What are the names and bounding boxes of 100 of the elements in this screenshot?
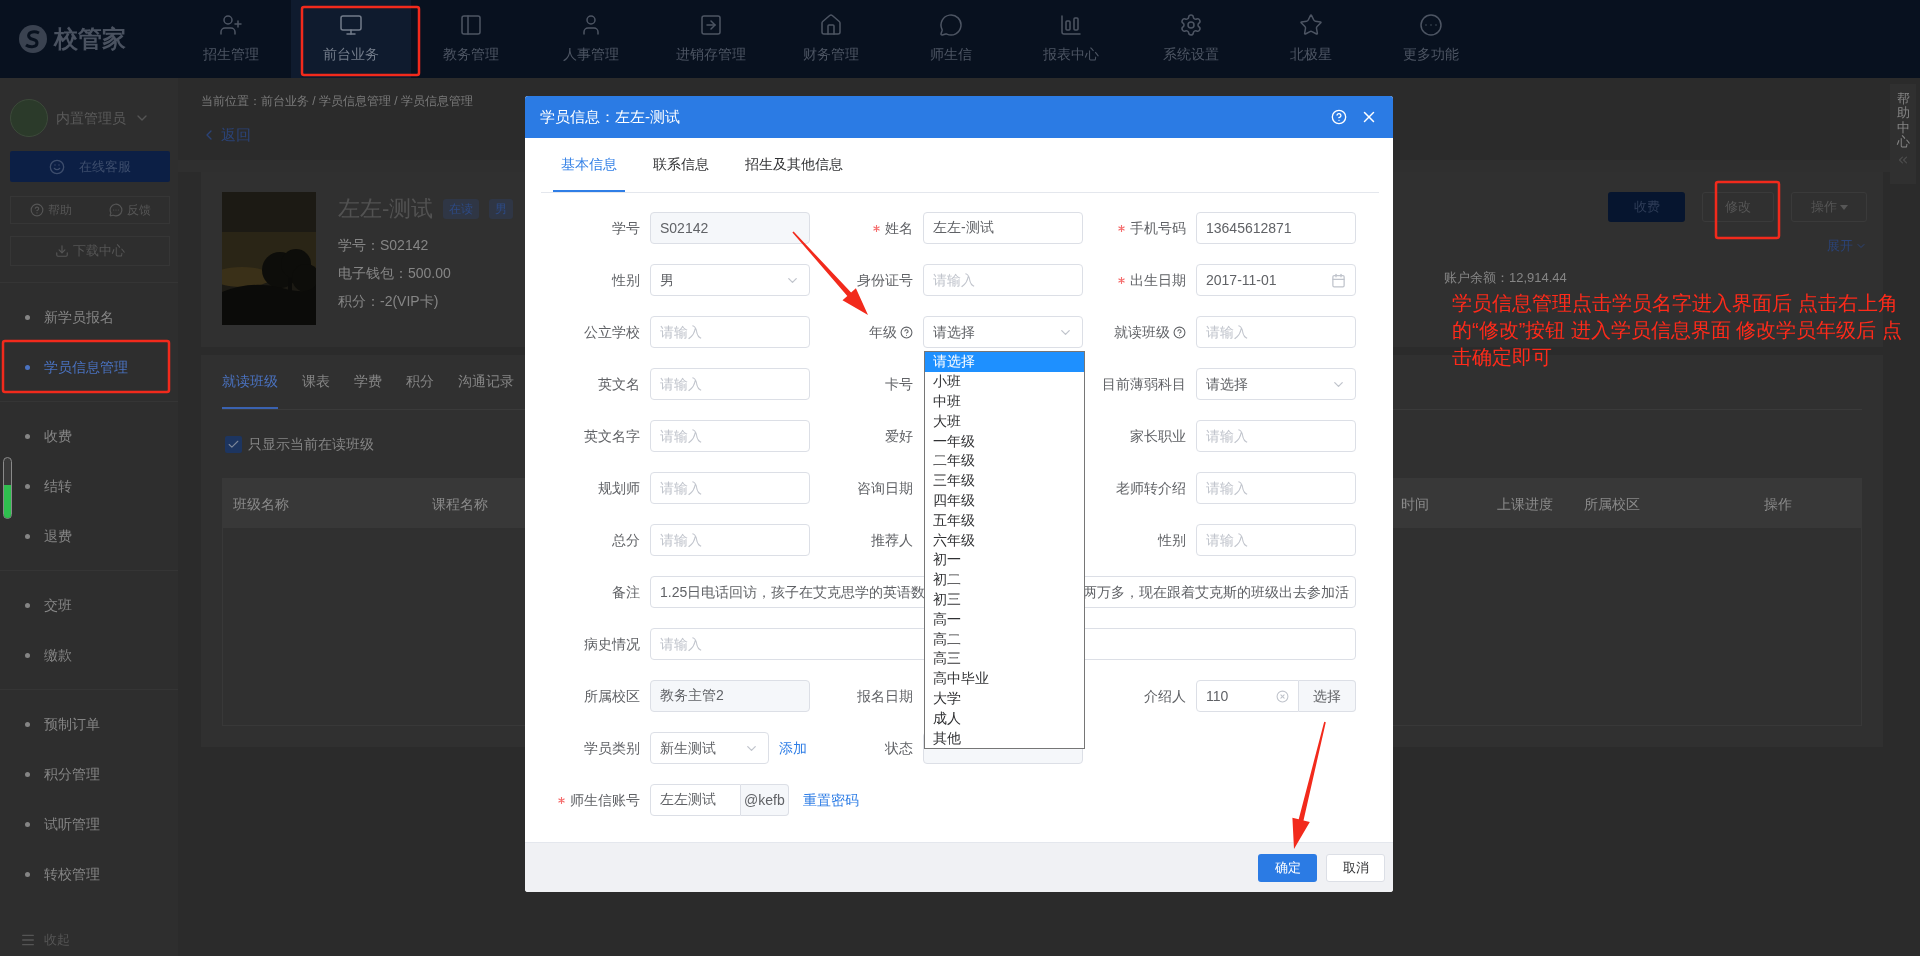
dropdown-option[interactable]: 高中毕业 bbox=[925, 668, 1084, 689]
add-link[interactable]: 添加 bbox=[779, 737, 807, 759]
sidebar-item[interactable]: 退费 bbox=[0, 511, 178, 561]
tab[interactable]: 就读班级 bbox=[222, 355, 278, 409]
dropdown-option[interactable]: 请选择 bbox=[925, 352, 1084, 372]
readonly-field[interactable]: S02142 bbox=[650, 212, 810, 244]
sidebar-item[interactable]: 结转 bbox=[0, 461, 178, 511]
field-label: 性别 bbox=[1158, 530, 1186, 550]
tab[interactable]: 基本信息 bbox=[553, 138, 625, 192]
sidebar-item[interactable]: 转校管理 bbox=[0, 849, 178, 899]
date-field[interactable]: 2017-11-01 bbox=[1196, 264, 1356, 296]
logo-text: 校管家 bbox=[54, 24, 126, 54]
sidebar-item[interactable]: 积分管理 bbox=[0, 749, 178, 799]
logo-icon bbox=[18, 24, 48, 54]
text-field[interactable]: 110 bbox=[1196, 680, 1299, 712]
breadcrumb: 当前位置：前台业务 / 学员信息管理 / 学员信息管理 bbox=[201, 92, 474, 110]
nav-item[interactable]: 师生信 bbox=[891, 0, 1011, 78]
dropdown-option[interactable]: 高二 bbox=[925, 629, 1084, 649]
text-field[interactable]: 请输入 bbox=[650, 316, 810, 348]
column-header: 操作 bbox=[1764, 495, 1792, 512]
text-field[interactable]: 13645612871 bbox=[1196, 212, 1356, 244]
sidebar-item[interactable]: 学员信息管理 bbox=[0, 342, 178, 392]
dropdown-option[interactable]: 大班 bbox=[925, 411, 1084, 432]
field-label: 总分 bbox=[612, 530, 640, 550]
nav-item[interactable]: 进销存管理 bbox=[651, 0, 771, 78]
sidebar-item[interactable]: 收费 bbox=[0, 411, 178, 461]
text-field[interactable]: 请输入 bbox=[923, 264, 1083, 296]
dropdown-option[interactable]: 二年级 bbox=[925, 451, 1084, 471]
help-center-tab[interactable]: 帮助中心 bbox=[1890, 84, 1916, 184]
nav-item[interactable]: 教务管理 bbox=[411, 0, 531, 78]
checkbox[interactable] bbox=[225, 435, 242, 453]
dropdown-option[interactable]: 成人 bbox=[925, 708, 1084, 729]
dropdown-option[interactable]: 小班 bbox=[925, 371, 1084, 392]
select-field[interactable]: 请选择 bbox=[923, 316, 1083, 348]
confirm-button[interactable]: 确定 bbox=[1258, 853, 1317, 882]
help-icon[interactable] bbox=[900, 325, 913, 339]
dropdown-option[interactable]: 高一 bbox=[925, 609, 1084, 630]
field-label: 爱好 bbox=[885, 426, 913, 446]
help-icon bbox=[29, 203, 44, 217]
text-field[interactable]: 左左-测试 bbox=[923, 212, 1083, 244]
text-field[interactable]: 左左测试 bbox=[650, 784, 741, 816]
nav-item[interactable]: 前台业务 bbox=[291, 0, 411, 78]
chat-dots-icon bbox=[108, 203, 123, 217]
highlight-frame bbox=[1714, 180, 1781, 240]
cancel-button[interactable]: 取消 bbox=[1326, 853, 1385, 882]
nav-item[interactable]: 人事管理 bbox=[531, 0, 651, 78]
select-field[interactable]: 请选择 bbox=[1196, 368, 1356, 400]
field-label: 姓名 bbox=[885, 218, 913, 238]
text-field[interactable]: 请输入 bbox=[650, 368, 810, 400]
settings-icon bbox=[1179, 13, 1203, 37]
nav-item[interactable]: 报表中心 bbox=[1011, 0, 1131, 78]
domain-suffix: @kefb bbox=[741, 784, 789, 816]
select-field[interactable]: 男 bbox=[650, 264, 810, 296]
reset-password-link[interactable]: 重置密码 bbox=[802, 789, 859, 811]
text-field[interactable]: 请输入 bbox=[650, 472, 810, 504]
monitor-icon bbox=[339, 13, 363, 37]
sidebar-item[interactable]: 预制订单 bbox=[0, 699, 178, 749]
nav-item[interactable]: 北极星 bbox=[1251, 0, 1371, 78]
dropdown-option[interactable]: 高三 bbox=[925, 648, 1084, 669]
dropdown-option[interactable]: 三年级 bbox=[925, 470, 1084, 491]
column-header: 上课进度 bbox=[1497, 495, 1553, 512]
tab[interactable]: 学费 bbox=[354, 355, 382, 409]
dropdown-option[interactable]: 中班 bbox=[925, 391, 1084, 412]
sidebar-item[interactable]: 新学员报名 bbox=[0, 292, 178, 342]
dropdown-option[interactable]: 初二 bbox=[925, 569, 1084, 590]
text-field[interactable]: 请输入 bbox=[1196, 472, 1356, 504]
user-plus-icon bbox=[219, 13, 243, 37]
nav-item[interactable]: 系统设置 bbox=[1131, 0, 1251, 78]
text-field[interactable]: 请输入 bbox=[1196, 524, 1356, 556]
help-icon[interactable] bbox=[1173, 325, 1186, 339]
select-field[interactable]: 新生测试 bbox=[650, 732, 769, 764]
tab[interactable]: 招生及其他信息 bbox=[737, 138, 851, 192]
nav-item[interactable]: 财务管理 bbox=[771, 0, 891, 78]
text-field[interactable]: 请输入 bbox=[650, 524, 810, 556]
dropdown-option[interactable]: 四年级 bbox=[925, 490, 1084, 511]
tab[interactable]: 积分 bbox=[406, 355, 434, 409]
dropdown-option[interactable]: 其他 bbox=[925, 728, 1084, 748]
house-icon bbox=[819, 13, 843, 37]
sidebar-item[interactable]: 试听管理 bbox=[0, 799, 178, 849]
nav-item[interactable]: 更多功能 bbox=[1371, 0, 1491, 78]
star-icon bbox=[1299, 13, 1323, 37]
tab[interactable]: 联系信息 bbox=[645, 138, 717, 192]
tab[interactable]: 沟通记录 bbox=[458, 355, 514, 409]
tab[interactable]: 课表 bbox=[302, 355, 330, 409]
nav-item[interactable]: 招生管理 bbox=[171, 0, 291, 78]
field-label: 咨询日期 bbox=[857, 478, 913, 498]
dropdown-option[interactable]: 五年级 bbox=[925, 510, 1084, 531]
annotation-text: 学员信息管理点击学员名字进入界面后 点击右上角的“修改”按钮 进入学员信息界面 修改学员年级后 点击确定即可 bbox=[1452, 291, 1903, 370]
readonly-field[interactable]: 教务主管2 bbox=[650, 680, 810, 712]
sidebar-item[interactable]: 缴款 bbox=[0, 630, 178, 680]
dropdown-option[interactable]: 六年级 bbox=[925, 530, 1084, 550]
text-field[interactable]: 请输入 bbox=[1196, 420, 1356, 452]
text-field[interactable]: 请输入 bbox=[650, 420, 810, 452]
sidebar-item[interactable]: 交班 bbox=[0, 580, 178, 630]
select-button[interactable]: 选择 bbox=[1299, 680, 1356, 712]
dropdown-option[interactable]: 初一 bbox=[925, 549, 1084, 570]
dropdown-option[interactable]: 初三 bbox=[925, 589, 1084, 610]
text-field[interactable]: 请输入 bbox=[1196, 316, 1356, 348]
dropdown-option[interactable]: 大学 bbox=[925, 688, 1084, 709]
dropdown-option[interactable]: 一年级 bbox=[925, 431, 1084, 451]
